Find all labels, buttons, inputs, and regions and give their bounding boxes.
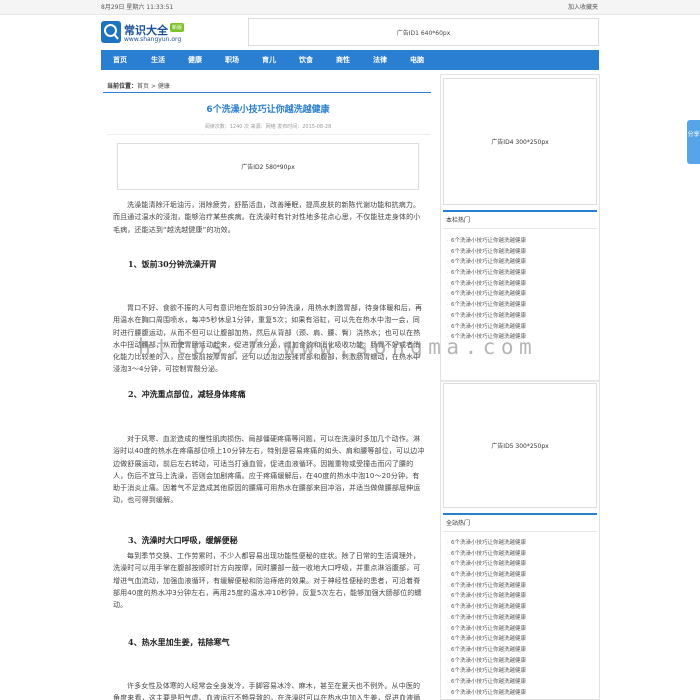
share-button[interactable]: 分享 [687, 120, 700, 164]
list-item[interactable]: 6个洗澡小技巧让你越洗越健康 [443, 602, 597, 613]
list-item[interactable]: 6个洗澡小技巧让你越洗越健康 [443, 300, 597, 311]
list-item[interactable]: 6个洗澡小技巧让你越洗越健康 [443, 677, 597, 688]
ad-sidebar-2[interactable]: 广告ID5 300*250px [443, 383, 597, 508]
ad-label: 广告ID5 300*250px [491, 443, 549, 450]
list-item[interactable]: 6个洗澡小技巧让你越洗越健康 [443, 591, 597, 602]
hot-column-box: 本栏热门 6个洗澡小技巧让你越洗越健康 6个洗澡小技巧让你越洗越健康 6个洗澡小… [443, 210, 597, 343]
article-meta: 阅读次数：1240 次 来源：网络 发布时间：2015-08-28 [204, 124, 332, 130]
hot-column-title: 本栏热门 [443, 212, 597, 229]
site-hot-title: 全站热门 [443, 515, 597, 532]
site-hot-box: 全站热门 6个洗澡小技巧让你越洗越健康 6个洗澡小技巧让你越洗越健康 6个洗澡小… [443, 513, 597, 698]
list-item[interactable]: 6个洗澡小技巧让你越洗越健康 [443, 656, 597, 667]
nav-item-law[interactable]: 法律 [362, 50, 398, 70]
breadcrumb: 当前位置：首页 > 健康 [107, 81, 170, 90]
section-heading-2: 2、冲洗重点部位，减轻身体疼痛 [128, 389, 246, 399]
hot-column-list: 6个洗澡小技巧让你越洗越健康 6个洗澡小技巧让你越洗越健康 6个洗澡小技巧让你越… [443, 229, 597, 343]
ad-sidebar-1[interactable]: 广告ID4 300*250px [443, 78, 597, 205]
main-nav: 首页 生活 健康 职场 育儿 饮食 商性 法律 电脑 [101, 50, 599, 70]
ad-label: 广告ID1 640*60px [396, 29, 451, 37]
list-item[interactable]: 6个洗澡小技巧让你越洗越健康 [443, 613, 597, 624]
nav-item-computer[interactable]: 电脑 [399, 50, 435, 70]
article-title: 6个洗澡小技巧让你越洗越健康 [206, 105, 330, 115]
section-heading-4: 4、热水里加生姜，祛除寒气 [128, 637, 230, 647]
ad-label: 广告ID4 300*250px [491, 139, 549, 146]
list-item[interactable]: 6个洗澡小技巧让你越洗越健康 [443, 570, 597, 581]
list-item[interactable]: 6个洗澡小技巧让你越洗越健康 [443, 538, 597, 549]
list-item[interactable]: 6个洗澡小技巧让你越洗越健康 [443, 688, 597, 699]
nav-item-parenting[interactable]: 育儿 [251, 50, 287, 70]
version-badge: 新版 [170, 23, 185, 32]
nav-item-diet[interactable]: 饮食 [288, 50, 324, 70]
add-favorite-link[interactable]: 加入收藏夹 [568, 1, 598, 15]
nav-item-career[interactable]: 职场 [214, 50, 250, 70]
nav-item-relations[interactable]: 商性 [325, 50, 361, 70]
section-heading-3: 3、洗澡时大口呼吸，缓解便秘 [128, 535, 238, 545]
list-item[interactable]: 6个洗澡小技巧让你越洗越健康 [443, 559, 597, 570]
list-item[interactable]: 6个洗澡小技巧让你越洗越健康 [443, 279, 597, 290]
list-item[interactable]: 6个洗澡小技巧让你越洗越健康 [443, 236, 597, 247]
article-intro: 洗澡能清除汗垢油污，消除疲劳，舒筋活血，改善睡眠，提高皮肤的新陈代谢功能和抗病力… [113, 201, 421, 234]
list-item[interactable]: 6个洗澡小技巧让你越洗越健康 [443, 581, 597, 592]
ad-banner-top[interactable]: 广告ID1 640*60px [248, 18, 599, 46]
breadcrumb-separator: > [149, 83, 158, 90]
date-time: 8月29日 星期六 11:33:51 [101, 4, 174, 11]
list-item[interactable]: 6个洗澡小技巧让你越洗越健康 [443, 322, 597, 333]
ad-label: 广告ID2 580*90px [241, 164, 295, 171]
list-item[interactable]: 6个洗澡小技巧让你越洗越健康 [443, 634, 597, 645]
list-item[interactable]: 6个洗澡小技巧让你越洗越健康 [443, 645, 597, 656]
nav-item-home[interactable]: 首页 [102, 50, 138, 70]
list-item[interactable]: 6个洗澡小技巧让你越洗越健康 [443, 311, 597, 322]
logo-icon [101, 21, 121, 43]
nav-item-life[interactable]: 生活 [140, 50, 176, 70]
nav-item-health[interactable]: 健康 [177, 50, 213, 70]
ad-banner-article[interactable]: 广告ID2 580*90px [117, 143, 419, 190]
top-bar: 8月29日 星期六 11:33:51 加入收藏夹 [0, 0, 700, 15]
list-item[interactable]: 6个洗澡小技巧让你越洗越健康 [443, 257, 597, 268]
list-item[interactable]: 6个洗澡小技巧让你越洗越健康 [443, 289, 597, 300]
breadcrumb-divider [103, 92, 431, 93]
breadcrumb-label: 当前位置： [107, 83, 138, 90]
section-heading-1: 1、饭前30分钟洗澡开胃 [128, 259, 217, 269]
section-paragraph-4: 许多女性及体寒的人经常会全身发冷，手脚容易冰冷、麻木，甚至在夏天也不例外。从中医… [113, 682, 421, 700]
logo-url: www.shangyun.org [124, 36, 182, 43]
meta-divider [107, 134, 430, 135]
list-item[interactable]: 6个洗澡小技巧让你越洗越健康 [443, 247, 597, 258]
section-paragraph-3: 每到季节交换、工作劳累时，不少人都容易出现功能性便秘的症状。除了日常的生活调理外… [113, 552, 422, 610]
sidebar-divider [440, 380, 600, 382]
section-paragraph-2: 对于风寒、血淤造成的慢性肌肉损伤、局部僵硬疼痛等问题，可以在洗澡时多加几个动作。… [113, 435, 425, 505]
list-item[interactable]: 6个洗澡小技巧让你越洗越健康 [443, 666, 597, 677]
site-logo[interactable]: 常识大全 新版 www.shangyun.org [101, 21, 231, 47]
site-hot-list: 6个洗澡小技巧让你越洗越健康 6个洗澡小技巧让你越洗越健康 6个洗澡小技巧让你越… [443, 532, 597, 698]
breadcrumb-home-link[interactable]: 首页 [137, 83, 149, 90]
list-item[interactable]: 6个洗澡小技巧让你越洗越健康 [443, 624, 597, 635]
breadcrumb-current-link[interactable]: 健康 [158, 83, 170, 90]
watermark-text: https://www.songma.com [138, 335, 538, 359]
list-item[interactable]: 6个洗澡小技巧让你越洗越健康 [443, 268, 597, 279]
list-item[interactable]: 6个洗澡小技巧让你越洗越健康 [443, 549, 597, 560]
